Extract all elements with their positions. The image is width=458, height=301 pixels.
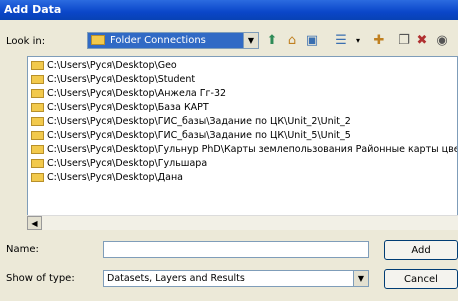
catalog-icon[interactable]: ◉ <box>433 31 451 49</box>
show-of-type-label: Show of type: <box>6 273 75 284</box>
list-item[interactable]: C:\Users\Руся\Desktop\Geo <box>31 59 177 73</box>
folder-icon <box>31 75 44 84</box>
list-item[interactable]: C:\Users\Руся\Desktop\Анжела Гг-32 <box>31 87 226 101</box>
folder-icon <box>31 131 44 140</box>
folder-connections-icon <box>91 35 105 45</box>
new-folder-icon[interactable]: ✚ <box>370 31 388 49</box>
chevron-down-icon[interactable]: ▼ <box>353 271 368 286</box>
look-in-value: Folder Connections <box>110 35 206 46</box>
name-label: Name: <box>6 244 39 255</box>
folder-icon <box>31 159 44 168</box>
home-icon[interactable]: ⌂ <box>283 31 301 49</box>
list-item[interactable]: C:\Users\Руся\Desktop\Дана <box>31 171 183 185</box>
delete-icon[interactable]: ✖ <box>413 31 431 49</box>
folder-icon <box>31 145 44 154</box>
look-in-label: Look in: <box>6 36 46 47</box>
scroll-left-icon[interactable]: ◀ <box>27 216 42 230</box>
show-of-type-dropdown[interactable]: Datasets, Layers and Results ▼ <box>103 270 369 287</box>
folder-icon <box>31 89 44 98</box>
folder-icon <box>31 173 44 182</box>
folder-icon <box>31 117 44 126</box>
connect-folder-icon[interactable]: ▣ <box>303 31 321 49</box>
folder-icon <box>31 103 44 112</box>
horizontal-scrollbar[interactable]: ◀ <box>27 215 458 230</box>
list-item[interactable]: C:\Users\Руся\Desktop\Гульшара <box>31 157 207 171</box>
folder-icon <box>31 61 44 70</box>
folder-list[interactable]: C:\Users\Руся\Desktop\Geo C:\Users\Руся\… <box>27 56 458 229</box>
chevron-down-icon[interactable]: ▼ <box>243 33 258 48</box>
list-item[interactable]: C:\Users\Руся\Desktop\Student <box>31 73 195 87</box>
add-button[interactable]: Add <box>384 240 458 260</box>
name-input[interactable] <box>103 241 369 258</box>
list-item[interactable]: C:\Users\Руся\Desktop\ГИС_базы\Задание п… <box>31 129 351 143</box>
list-item[interactable]: C:\Users\Руся\Desktop\Гульнур PhD\Карты … <box>31 143 457 157</box>
window-title: Add Data <box>0 0 458 20</box>
cancel-button[interactable]: Cancel <box>384 269 458 289</box>
list-item[interactable]: C:\Users\Руся\Desktop\База КАРТ <box>31 101 209 115</box>
show-of-type-value: Datasets, Layers and Results <box>107 273 245 284</box>
chevron-down-icon[interactable]: ▾ <box>349 31 367 49</box>
view-menu-icon[interactable]: ☰ <box>332 31 350 49</box>
look-in-dropdown[interactable]: Folder Connections ▼ <box>87 32 259 49</box>
list-item[interactable]: C:\Users\Руся\Desktop\ГИС_базы\Задание п… <box>31 115 351 129</box>
copy-icon[interactable]: ❐ <box>395 31 413 49</box>
up-one-level-icon[interactable]: ⬆ <box>263 31 281 49</box>
